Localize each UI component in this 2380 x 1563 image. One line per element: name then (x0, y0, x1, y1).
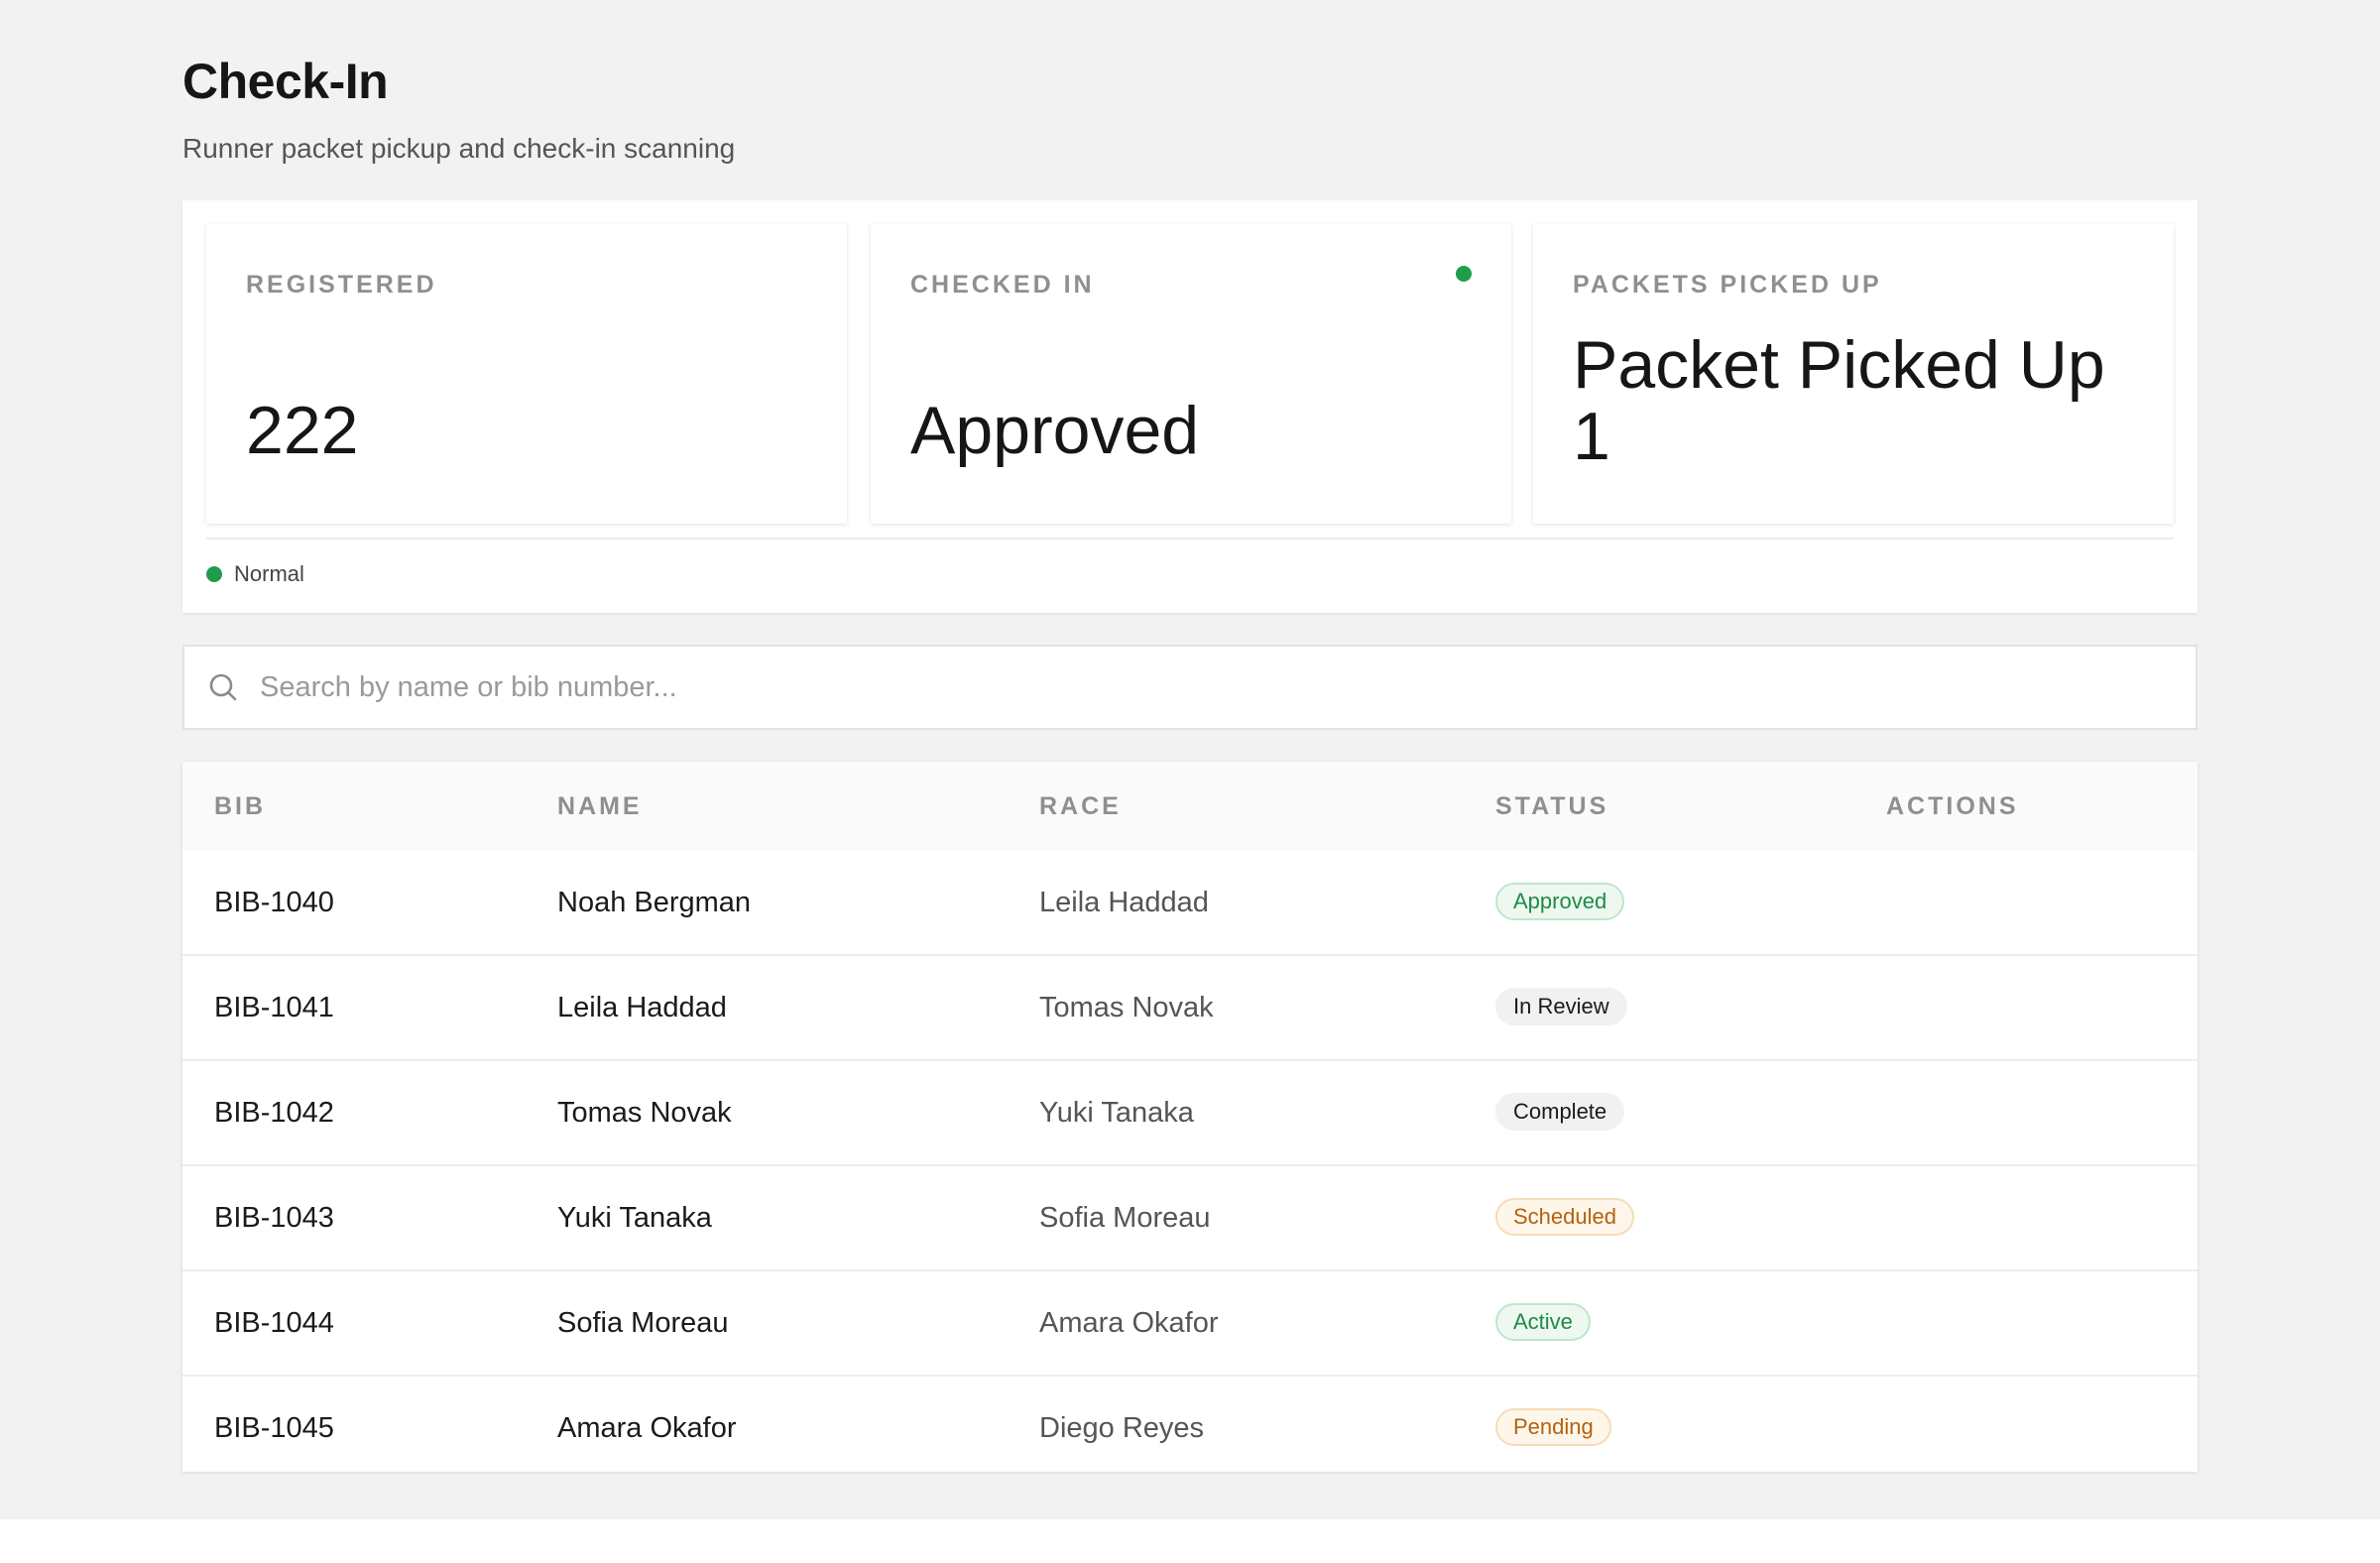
live-indicator-dot (1456, 266, 1472, 282)
stat-card-checked-in: CHECKED IN Approved (871, 224, 1511, 524)
status-badge: Active (1495, 1303, 1591, 1341)
search-icon (209, 673, 237, 701)
table-row[interactable]: BIB-1044 Sofia Moreau Amara Okafor Activ… (182, 1271, 2198, 1377)
status-badge: Approved (1495, 883, 1625, 920)
column-header-race: RACE (1039, 792, 1122, 820)
table-row[interactable]: BIB-1042 Tomas Novak Yuki Tanaka Complet… (182, 1061, 2198, 1166)
status-badge: Pending (1495, 1408, 1611, 1446)
panel-divider (206, 538, 2174, 540)
status-badge: Scheduled (1495, 1198, 1634, 1236)
table-row[interactable]: BIB-1043 Yuki Tanaka Sofia Moreau Schedu… (182, 1166, 2198, 1271)
table-row[interactable]: BIB-1040 Noah Bergman Leila Haddad Appro… (182, 851, 2198, 956)
runners-table: BIB NAME RACE STATUS ACTIONS BIB-1040 No… (182, 762, 2198, 1472)
search-bar[interactable] (182, 645, 2198, 730)
cell-race: Tomas Novak (1039, 992, 1214, 1023)
column-header-bib: BIB (214, 792, 267, 820)
cell-name: Yuki Tanaka (557, 1202, 712, 1234)
system-status: Normal (206, 559, 304, 589)
cell-bib: BIB-1041 (214, 992, 334, 1023)
stat-label: REGISTERED (246, 271, 437, 299)
table-body: BIB-1040 Noah Bergman Leila Haddad Appro… (182, 851, 2198, 1480)
cell-race: Leila Haddad (1039, 887, 1209, 918)
stat-value: Approved (910, 393, 1200, 468)
column-header-name: NAME (557, 792, 643, 820)
search-input[interactable] (260, 662, 2164, 712)
cell-race: Amara Okafor (1039, 1307, 1219, 1339)
cell-race: Yuki Tanaka (1039, 1097, 1194, 1129)
table-row[interactable]: BIB-1045 Amara Okafor Diego Reyes Pendin… (182, 1377, 2198, 1480)
column-header-status: STATUS (1495, 792, 1609, 820)
stat-label: PACKETS PICKED UP (1573, 271, 1882, 299)
page-title: Check-In (182, 54, 389, 109)
status-badge: In Review (1495, 988, 1627, 1025)
cell-race: Diego Reyes (1039, 1412, 1205, 1444)
page-subtitle: Runner packet pickup and check-in scanni… (182, 133, 736, 164)
cell-bib: BIB-1044 (214, 1307, 334, 1339)
cell-name: Amara Okafor (557, 1412, 737, 1444)
stats-panel: REGISTERED 222 CHECKED IN Approved PACKE… (182, 200, 2198, 613)
cell-name: Leila Haddad (557, 992, 727, 1023)
status-dot (206, 566, 222, 582)
status-badge: Complete (1495, 1093, 1625, 1131)
table-row[interactable]: BIB-1041 Leila Haddad Tomas Novak In Rev… (182, 956, 2198, 1061)
cell-bib: BIB-1043 (214, 1202, 334, 1234)
cell-bib: BIB-1045 (214, 1412, 334, 1444)
cell-name: Noah Bergman (557, 887, 752, 918)
stat-value: Packet Picked Up 1 (1573, 327, 2105, 474)
column-header-actions: ACTIONS (1886, 792, 2019, 820)
stat-card-packets-picked-up: PACKETS PICKED UP Packet Picked Up 1 (1533, 224, 2174, 524)
stat-value: 222 (246, 393, 359, 468)
table-header: BIB NAME RACE STATUS ACTIONS (182, 762, 2198, 851)
stat-label: CHECKED IN (910, 271, 1095, 299)
status-text: Normal (234, 561, 304, 586)
cell-bib: BIB-1040 (214, 887, 334, 918)
stat-card-registered: REGISTERED 222 (206, 224, 847, 524)
cell-name: Tomas Novak (557, 1097, 732, 1129)
cell-name: Sofia Moreau (557, 1307, 729, 1339)
cell-race: Sofia Moreau (1039, 1202, 1211, 1234)
cell-bib: BIB-1042 (214, 1097, 334, 1129)
